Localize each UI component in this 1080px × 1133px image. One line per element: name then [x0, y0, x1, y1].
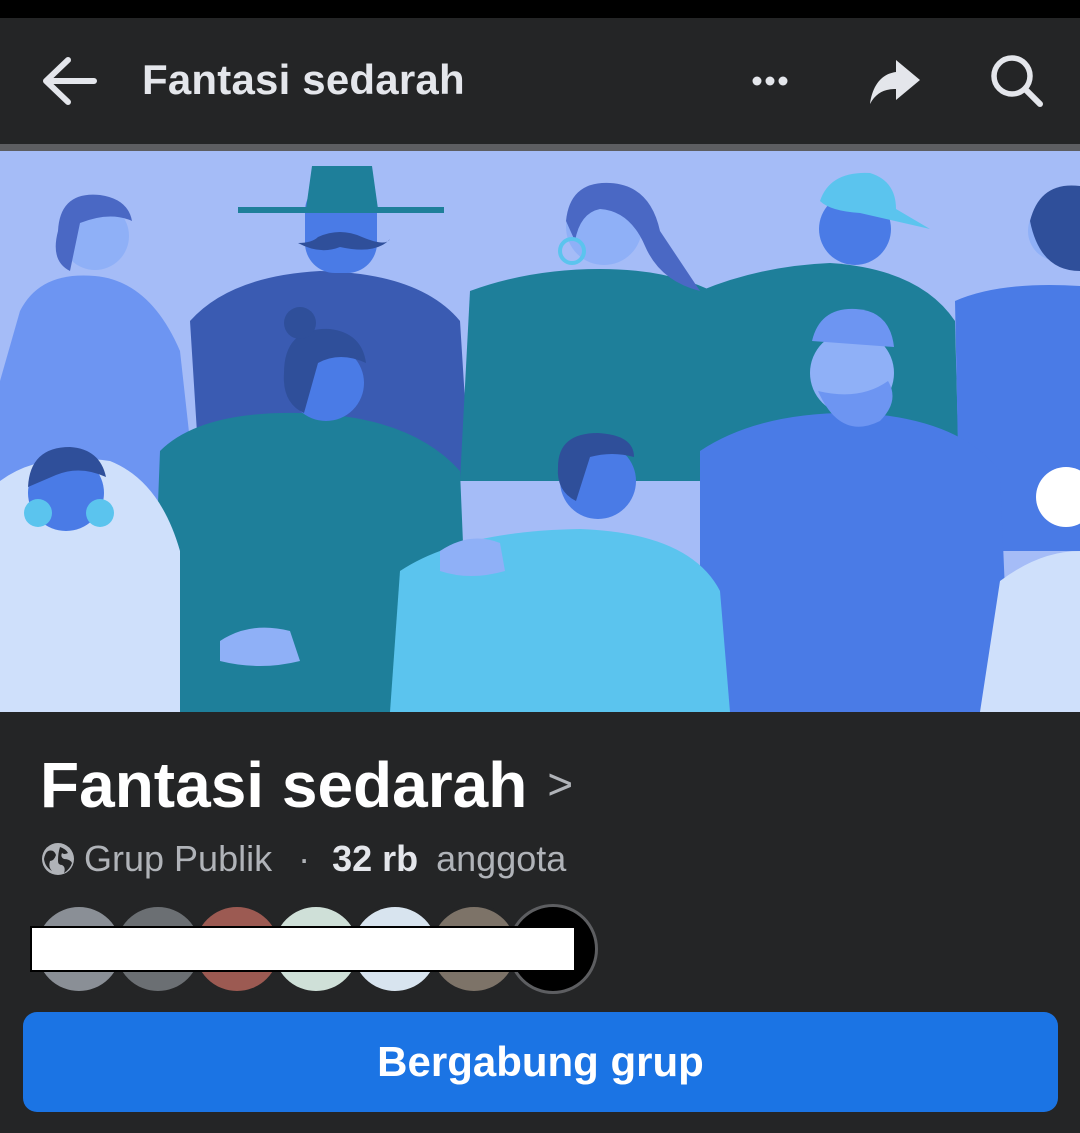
page-title: Fantasi sedarah: [142, 56, 465, 103]
member-label: anggota: [436, 838, 567, 879]
redaction-bar: [30, 926, 576, 972]
globe-icon: [42, 843, 74, 875]
group-cover-photo[interactable]: [0, 151, 1080, 712]
share-arrow-icon: [870, 60, 920, 104]
status-strip: [0, 0, 1080, 18]
search-icon: [991, 55, 1043, 107]
group-meta: Grup Publik · 32 rb anggota: [40, 836, 566, 882]
privacy-label: Grup Publik: [84, 838, 273, 879]
group-name: Fantasi sedarah: [40, 749, 528, 821]
chevron-right-icon: >: [547, 760, 574, 809]
header-divider: [0, 144, 1080, 151]
share-button[interactable]: [862, 52, 926, 110]
group-name-link[interactable]: Fantasi sedarah >: [40, 748, 573, 822]
app-bar: Fantasi sedarah: [0, 18, 1080, 144]
separator-dot: ·: [298, 838, 311, 879]
arrow-left-icon: [43, 57, 97, 105]
people-crowd-illustration: [0, 151, 1080, 712]
join-group-button[interactable]: Bergabung grup: [23, 1012, 1058, 1112]
back-button[interactable]: [36, 52, 100, 110]
member-count: 32 rb: [332, 838, 419, 879]
more-options-button[interactable]: [738, 58, 802, 104]
more-horizontal-icon: [752, 76, 788, 86]
search-button[interactable]: [984, 50, 1050, 112]
